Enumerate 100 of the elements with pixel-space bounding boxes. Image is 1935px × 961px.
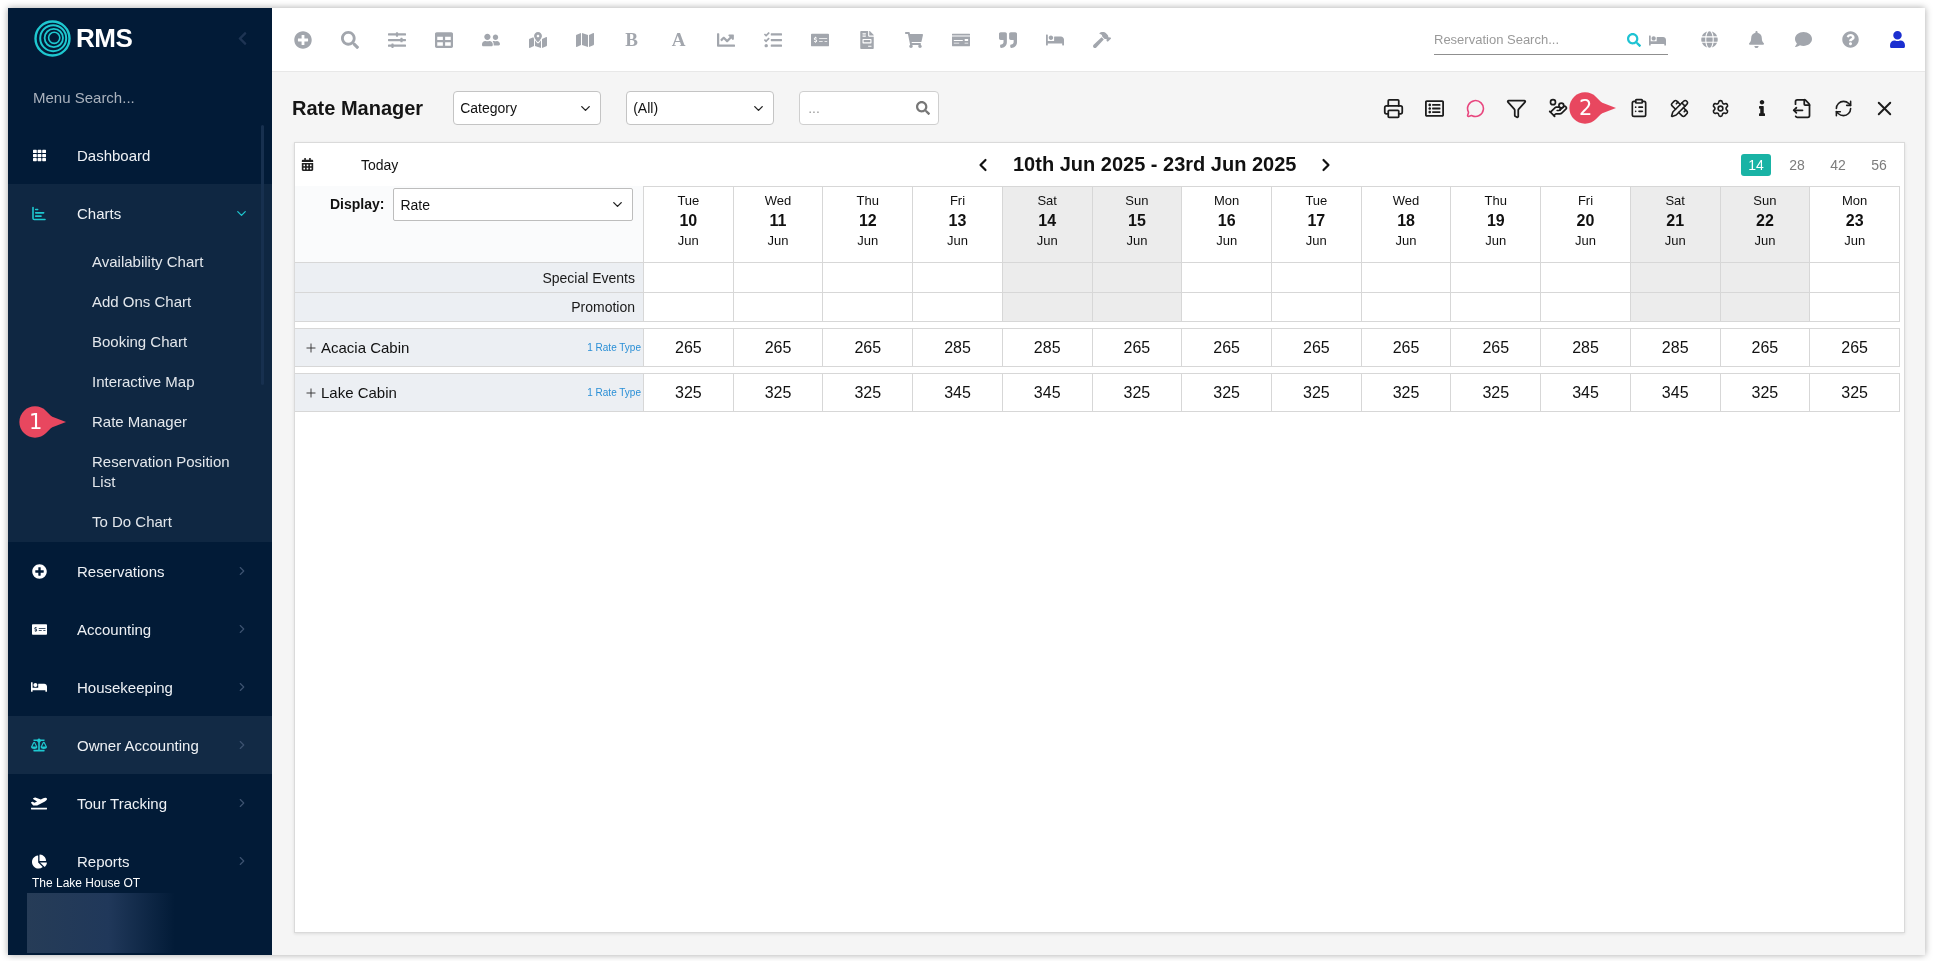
expand-icon[interactable] [304, 385, 318, 400]
month: Jun [1575, 232, 1596, 250]
weekday: Tue [677, 192, 700, 210]
map-icon[interactable] [575, 30, 594, 49]
month: Jun [1036, 232, 1058, 250]
ruler-pencil-icon[interactable] [1670, 98, 1689, 118]
sidebar-item[interactable]: Reservations [8, 542, 272, 600]
weekday: Sun [1125, 192, 1149, 210]
checklist-icon[interactable] [763, 30, 782, 49]
export-icon[interactable] [1792, 97, 1813, 119]
weekday: Sat [1665, 192, 1685, 210]
list-icon[interactable] [1425, 98, 1444, 118]
weekday: Mon [1214, 192, 1240, 210]
grid-icon [32, 148, 46, 162]
day-number: 15 [1128, 211, 1146, 231]
day-span-tab[interactable]: 42 [1823, 153, 1853, 176]
month: Jun [1485, 232, 1507, 250]
weekday: Sun [1753, 192, 1777, 210]
sidebar-item[interactable]: Dashboard [8, 126, 272, 184]
today-button[interactable]: Today [361, 156, 399, 173]
sidebar-subitem[interactable]: Add Ons Chart [92, 292, 238, 312]
line-chart-icon[interactable] [716, 30, 735, 49]
day-number: 14 [1038, 211, 1057, 231]
logo-icon [34, 19, 71, 57]
weekday: Fri [949, 192, 966, 210]
day-span-tab[interactable]: 56 [1864, 153, 1894, 176]
sidebar-item[interactable]: Tour Tracking [8, 774, 272, 832]
help-icon[interactable] [1842, 31, 1859, 48]
sidebar-subitem[interactable]: To Do Chart [92, 512, 238, 532]
display-dropdown[interactable]: Rate [393, 188, 634, 221]
expand-icon[interactable] [304, 340, 318, 355]
sidebar-subitem[interactable]: Interactive Map [92, 372, 238, 392]
sidebar-subitem[interactable]: Booking Chart [92, 332, 238, 352]
weekday: Mon [1842, 192, 1868, 210]
chat-icon[interactable] [1795, 31, 1812, 48]
bell-icon[interactable] [1748, 31, 1765, 48]
refresh-icon[interactable] [1834, 98, 1853, 118]
table-icon[interactable] [434, 30, 453, 49]
brand-name: RMS [76, 22, 133, 54]
month: Jun [857, 232, 879, 250]
sidebar-item[interactable]: Housekeeping [8, 658, 272, 716]
sidebar-item[interactable]: Charts [8, 184, 272, 242]
search-icon[interactable] [1627, 33, 1641, 47]
pie-chart-icon [31, 853, 47, 869]
search-field[interactable]: ... [799, 91, 940, 125]
category-name: Lake Cabin [321, 384, 397, 401]
cart-icon[interactable] [904, 30, 923, 49]
globe-icon[interactable] [1701, 31, 1718, 48]
weekday: Thu [856, 192, 879, 210]
category-name: Acacia Cabin [321, 339, 410, 356]
sliders-icon[interactable] [387, 30, 406, 49]
property-name: The Lake House OT [31, 875, 142, 891]
map-pin-icon[interactable] [528, 30, 547, 49]
sidebar-item[interactable]: Owner Accounting [8, 716, 272, 774]
filter-dropdown[interactable]: (All) [626, 91, 775, 125]
day-number: 22 [1756, 211, 1774, 231]
comment-icon[interactable] [1466, 98, 1485, 118]
hammer-icon[interactable] [1092, 30, 1111, 49]
weekday: Fri [1577, 192, 1594, 210]
user-icon[interactable] [1889, 31, 1906, 48]
month: Jun [767, 232, 789, 250]
day-number: 13 [948, 211, 967, 231]
weekday: Wed [764, 192, 792, 210]
sidebar-subitem[interactable]: Rate Manager [92, 412, 238, 432]
document-icon[interactable] [857, 30, 876, 49]
day-number: 18 [1397, 211, 1415, 231]
sidebar-item[interactable]: Accounting [8, 600, 272, 658]
coin-hand-icon[interactable] [1547, 98, 1568, 118]
day-number: 11 [769, 211, 787, 231]
month: Jun [947, 232, 968, 250]
weekday: Tue [1305, 192, 1328, 210]
month: Jun [1126, 232, 1148, 250]
weekday: Thu [1484, 192, 1507, 210]
day-number: 20 [1576, 211, 1595, 231]
month: Jun [677, 232, 699, 250]
day-number: 16 [1217, 211, 1236, 231]
print-icon[interactable] [1383, 97, 1404, 119]
sidebar-subitem[interactable]: Reservation Position List [92, 452, 238, 492]
filter-icon[interactable] [1506, 97, 1527, 119]
menu-search-field[interactable]: Menu Search... [33, 84, 233, 110]
quote-icon[interactable] [998, 30, 1017, 49]
calendar-icon[interactable] [301, 158, 314, 171]
weekday: Sat [1037, 192, 1057, 210]
day-number: 10 [679, 211, 698, 231]
day-number: 17 [1307, 211, 1326, 231]
reservation-search-field[interactable]: Reservation Search... [1434, 24, 1668, 55]
day-span-tab[interactable]: 28 [1782, 153, 1812, 176]
month: Jun [1664, 232, 1686, 250]
sidebar-subitem[interactable]: Availability Chart [92, 252, 238, 272]
month: Jun [1395, 232, 1417, 250]
weekday: Wed [1392, 192, 1420, 210]
search-icon[interactable] [340, 30, 359, 49]
filter-dropdown[interactable]: Category [453, 91, 602, 125]
day-number: 23 [1845, 211, 1864, 231]
row-label-cell: Special Events [295, 263, 643, 292]
month: Jun [1305, 232, 1327, 250]
search-icon[interactable] [916, 101, 931, 115]
month: Jun [1754, 232, 1776, 250]
sidebar-item[interactable]: Reports [8, 832, 272, 873]
settings-icon[interactable] [1711, 98, 1730, 118]
